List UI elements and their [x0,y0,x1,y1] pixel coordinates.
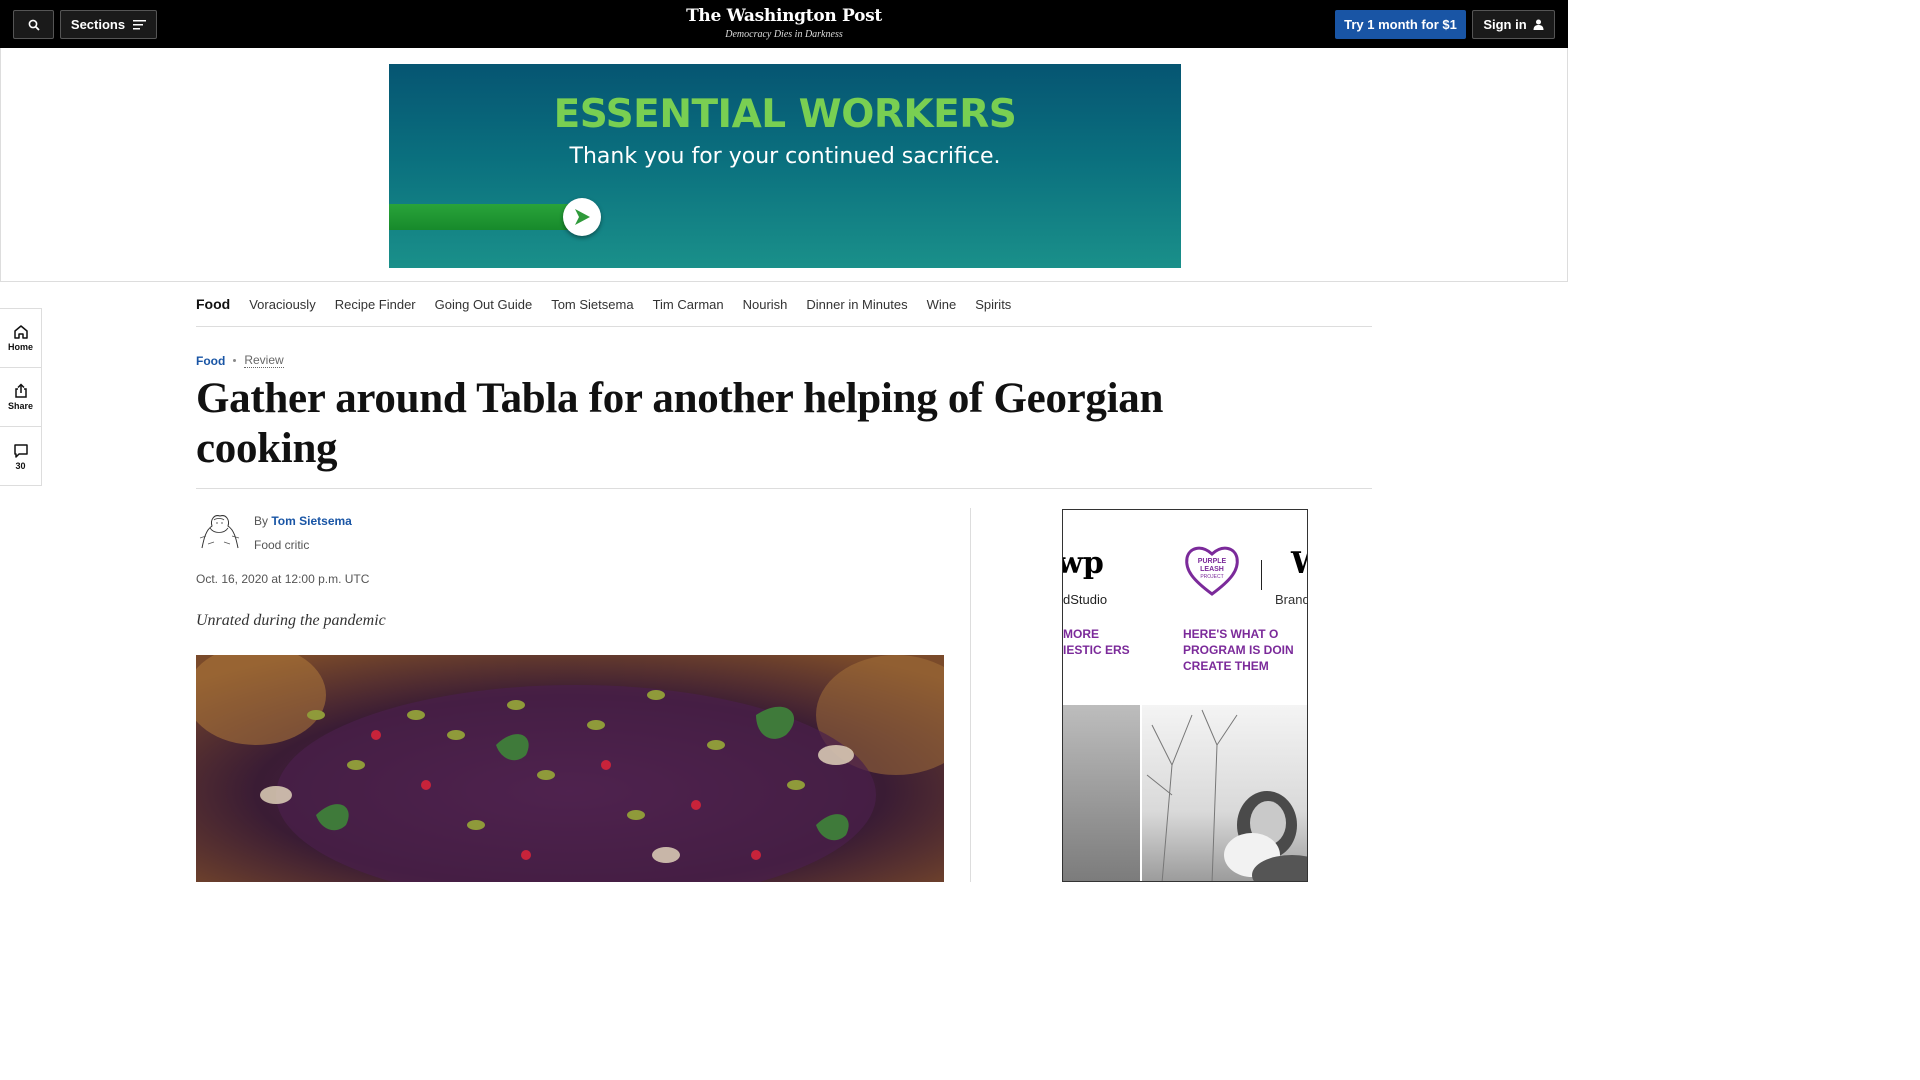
ad-photo-right [1142,705,1307,881]
ad-brand-text: Brand [1275,592,1308,607]
sections-label: Sections [70,17,126,32]
user-icon [1533,19,1544,30]
left-action-rail: Home Share 30 [0,308,42,486]
svg-text:LEASH: LEASH [1200,566,1224,573]
brand-tagline: Democracy Dies in Darkness [725,29,843,40]
sign-in-label: Sign in [1483,17,1527,32]
subnav-link-tom-sietsema[interactable]: Tom Sietsema [551,297,633,312]
subnav-link-tim-carman[interactable]: Tim Carman [653,297,724,312]
ad-text-left: MORE IESTIC ERS [1063,627,1130,657]
wp-logo-fragment-2: W [1291,546,1307,581]
heart-icon: PURPLE LEASH PROJECT [1185,546,1239,596]
subnav-link-recipe-finder[interactable]: Recipe Finder [335,297,416,312]
search-icon [28,19,40,31]
subscribe-button[interactable]: Try 1 month for $1 [1335,10,1466,39]
food-subnav: Food Voraciously Recipe Finder Going Out… [196,282,1372,327]
publish-date: Oct. 16, 2020 at 12:00 p.m. UTC [196,572,370,586]
rail-share-label: Share [7,401,33,411]
svg-text:PURPLE: PURPLE [1198,558,1227,565]
rail-comments-count: 30 [15,460,26,471]
subnav-link-going-out-guide[interactable]: Going Out Guide [435,297,533,312]
top-bar: Sections The Washington Post Democracy D… [0,0,1568,48]
author-avatar[interactable] [196,508,242,554]
hamburger-icon [133,19,147,29]
purple-leash-ad[interactable]: wp dStudio PURPLE LEASH PROJECT W Brand … [1062,509,1308,882]
brand-name: The Washington Post [686,6,882,26]
ad-play-button[interactable] [563,198,601,236]
share-icon [14,383,27,398]
home-icon [13,325,28,339]
ad-photo-left [1063,705,1140,881]
subnav-link-nourish[interactable]: Nourish [743,297,788,312]
author-role: Food critic [254,538,310,552]
play-icon [575,209,590,225]
byline-prefix: By [254,514,269,528]
brand-logo[interactable]: The Washington Post Democracy Dies in Da… [684,4,884,42]
ad-green-bar [389,204,571,230]
salad-photo-image [196,655,944,882]
rail-comments-button[interactable]: 30 [0,427,41,486]
svg-text:PROJECT: PROJECT [1200,574,1223,580]
essential-workers-ad[interactable]: ESSENTIAL WORKERS Thank you for your con… [389,64,1181,268]
byline: By Tom Sietsema [254,514,352,528]
ad-subline: Thank you for your continued sacrifice. [569,144,1001,169]
article-kicker: Food Review [196,353,284,368]
subnav-link-wine[interactable]: Wine [927,297,957,312]
subnav-title[interactable]: Food [196,296,230,312]
woman-with-dog-image [1146,709,1307,881]
ad-studio-text: dStudio [1063,592,1108,607]
ad-headline: ESSENTIAL WORKERS [553,92,1017,137]
search-button[interactable] [13,10,54,39]
subnav-link-spirits[interactable]: Spirits [975,297,1011,312]
rail-home-button[interactable]: Home [0,309,41,368]
rail-home-label: Home [7,342,33,352]
kicker-section-link[interactable]: Food [196,354,225,368]
ad-text-right: HERE'S WHAT O PROGRAM IS DOIN CREATE THE… [1183,627,1294,673]
wp-logo-fragment: wp [1063,546,1104,581]
author-sketch-icon [196,508,242,554]
article-dek: Unrated during the pandemic [196,612,386,629]
kicker-separator [233,359,237,362]
subnav-link-dinner-in-minutes[interactable]: Dinner in Minutes [806,297,907,312]
ad-band: ESSENTIAL WORKERS Thank you for your con… [0,48,1568,282]
kicker-label[interactable]: Review [244,353,284,368]
hero-food-image[interactable] [196,655,944,882]
comment-icon [13,443,28,458]
article-headline: Gather around Tabla for another helping … [196,375,1164,472]
subnav-link-voraciously[interactable]: Voraciously [249,297,315,312]
sections-button[interactable]: Sections [60,10,157,39]
author-link[interactable]: Tom Sietsema [271,514,351,528]
sign-in-button[interactable]: Sign in [1472,10,1555,39]
purple-leash-logo: PURPLE LEASH PROJECT [1183,542,1241,598]
column-divider [970,508,971,882]
headline-divider [196,488,1372,489]
ad-logo-separator [1261,560,1262,590]
rail-share-button[interactable]: Share [0,368,41,427]
